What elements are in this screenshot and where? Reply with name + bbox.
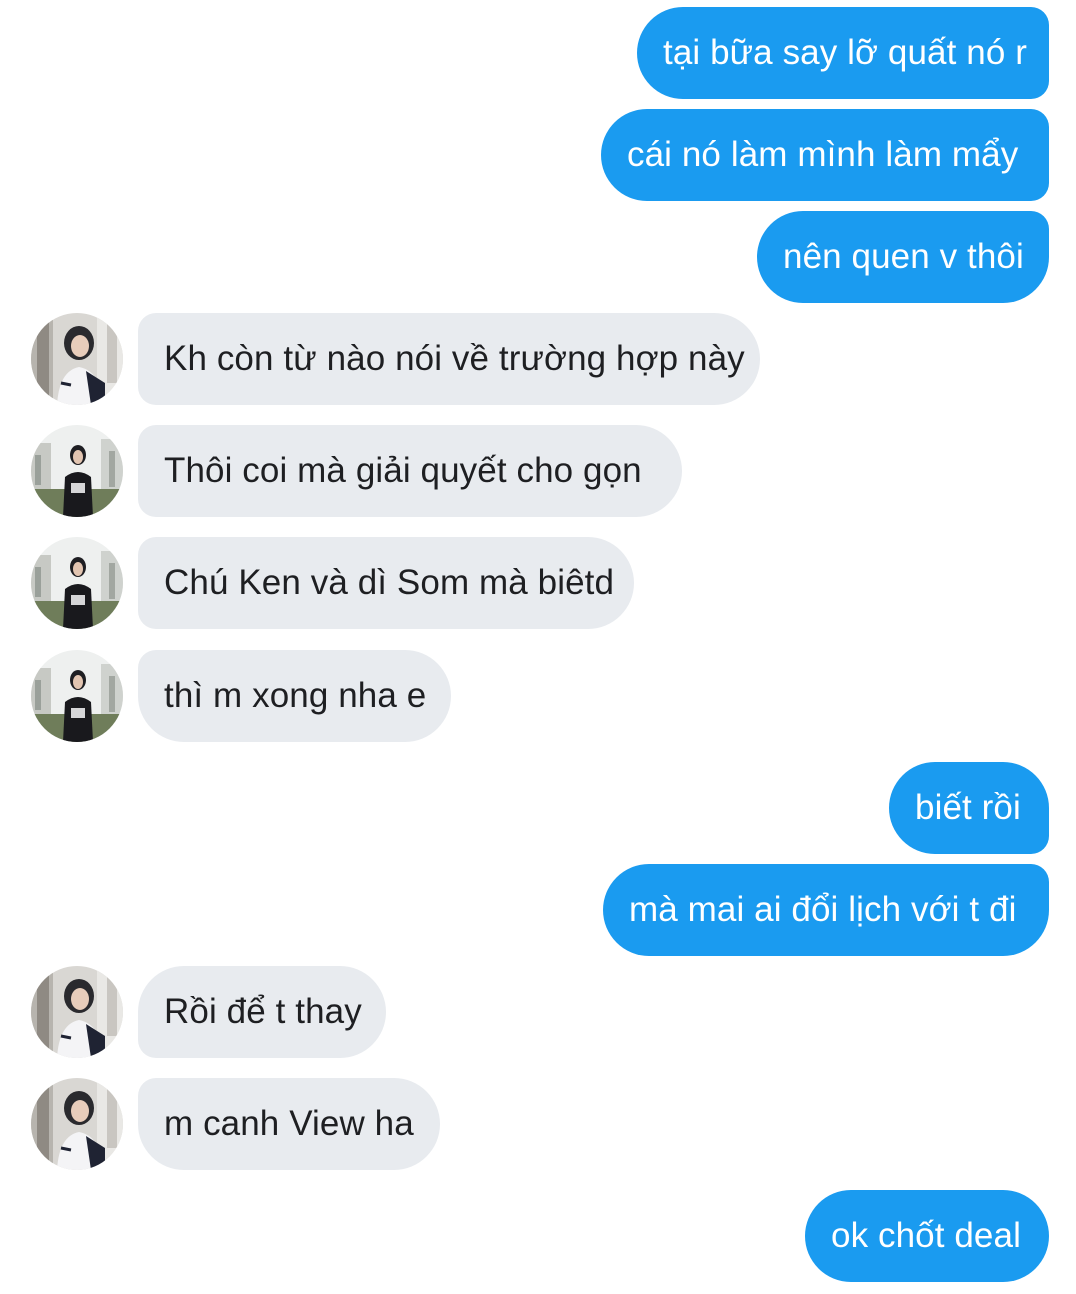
avatar-photo-b[interactable] [31,425,123,517]
message-text: Rồi để t thay [164,992,362,1031]
outgoing-message-bubble[interactable]: mà mai ai đổi lịch với t đi [603,864,1049,956]
message-row-outgoing: mà mai ai đổi lịch với t đi [0,864,1076,956]
outgoing-message-bubble[interactable]: tại bữa say lỡ quất nó r [637,7,1049,99]
message-text: tại bữa say lỡ quất nó r [663,33,1027,72]
message-text: mà mai ai đổi lịch với t đi [629,890,1017,929]
incoming-message-bubble[interactable]: Kh còn từ nào nói về trường hợp này [138,313,760,405]
outgoing-message-bubble[interactable]: nên quen v thôi [757,211,1049,303]
message-text: m canh View ha [164,1104,414,1143]
message-row-outgoing: tại bữa say lỡ quất nó r [0,7,1076,99]
message-row-incoming: Chú Ken và dì Som mà biêtd [0,537,1076,629]
avatar-photo-a[interactable] [31,313,123,405]
incoming-message-bubble[interactable]: Rồi để t thay [138,966,386,1058]
incoming-message-bubble[interactable]: Chú Ken và dì Som mà biêtd [138,537,634,629]
outgoing-message-bubble[interactable]: biết rồi [889,762,1049,854]
message-text: Chú Ken và dì Som mà biêtd [164,563,615,602]
message-text: biết rồi [915,788,1021,827]
message-row-outgoing: nên quen v thôi [0,211,1076,303]
message-text: Thôi coi mà giải quyết cho gọn [164,451,642,490]
avatar-photo-a[interactable] [31,966,123,1058]
avatar-photo-a[interactable] [31,1078,123,1170]
incoming-message-bubble[interactable]: m canh View ha [138,1078,440,1170]
message-row-incoming: Kh còn từ nào nói về trường hợp này [0,313,1076,405]
outgoing-message-bubble[interactable]: ok chốt deal [805,1190,1049,1282]
message-text: nên quen v thôi [783,237,1024,276]
message-row-incoming: thì m xong nha e [0,650,1076,742]
message-row-incoming: Thôi coi mà giải quyết cho gọn [0,425,1076,517]
message-text: thì m xong nha e [164,676,427,715]
incoming-message-bubble[interactable]: Thôi coi mà giải quyết cho gọn [138,425,682,517]
avatar-photo-b[interactable] [31,650,123,742]
message-row-incoming: Rồi để t thay [0,966,1076,1058]
incoming-message-bubble[interactable]: thì m xong nha e [138,650,451,742]
message-row-outgoing: biết rồi [0,762,1076,854]
message-row-outgoing: cái nó làm mình làm mẩy [0,109,1076,201]
message-text: ok chốt deal [831,1216,1021,1255]
message-text: Kh còn từ nào nói về trường hợp này [164,339,745,378]
chat-thread[interactable]: tại bữa say lỡ quất nó r cái nó làm mình… [0,0,1076,1294]
avatar-photo-b[interactable] [31,537,123,629]
message-row-incoming: m canh View ha [0,1078,1076,1170]
message-text: cái nó làm mình làm mẩy [627,135,1019,174]
message-row-outgoing: ok chốt deal [0,1190,1076,1282]
outgoing-message-bubble[interactable]: cái nó làm mình làm mẩy [601,109,1049,201]
